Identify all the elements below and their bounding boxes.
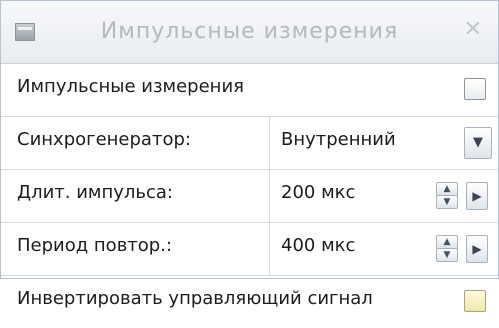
pulse-measurements-label: Импульсные измерения <box>17 76 244 97</box>
column-divider <box>269 223 270 275</box>
pulse-duration-label: Длит. импульса: <box>17 182 173 203</box>
pulse-duration-stepper[interactable]: ▲ ▼ <box>436 182 458 209</box>
row-sync-generator: Синхрогенератор: Внутренний ▼ <box>1 117 498 170</box>
window-title: Импульсные измерения <box>100 19 399 44</box>
spin-up-icon[interactable]: ▲ <box>436 182 458 196</box>
sync-generator-label: Синхрогенератор: <box>17 129 191 150</box>
invert-signal-checkbox[interactable] <box>464 290 486 312</box>
repeat-period-stepper[interactable]: ▲ ▼ <box>436 235 458 262</box>
column-divider <box>269 117 270 169</box>
row-invert-signal: Инвертировать управляющий сигнал <box>1 276 498 328</box>
spin-down-icon[interactable]: ▼ <box>436 248 458 262</box>
row-pulse-duration: Длит. импульса: 200 мкс ▲ ▼ ▶ <box>1 170 498 223</box>
row-repeat-period: Период повтор.: 400 мкс ▲ ▼ ▶ <box>1 223 498 276</box>
spin-up-icon[interactable]: ▲ <box>436 235 458 249</box>
step-right-icon[interactable]: ▶ <box>466 182 488 210</box>
invert-signal-label: Инвертировать управляющий сигнал <box>17 288 373 309</box>
chevron-down-icon[interactable]: ▼ <box>464 127 492 159</box>
repeat-period-input[interactable]: 400 мкс <box>281 235 355 256</box>
pulse-measurement-panel: Импульсные измерения ✕ Импульсные измере… <box>0 0 499 312</box>
repeat-period-label: Период повтор.: <box>17 235 173 256</box>
step-right-icon[interactable]: ▶ <box>466 235 488 263</box>
row-pulse-measurements: Импульсные измерения <box>1 64 498 117</box>
column-divider <box>269 170 270 222</box>
close-icon[interactable]: ✕ <box>462 19 484 41</box>
pulse-measurements-checkbox[interactable] <box>464 78 486 100</box>
pulse-duration-input[interactable]: 200 мкс <box>281 182 355 203</box>
sync-generator-value[interactable]: Внутренний <box>281 129 396 150</box>
spin-down-icon[interactable]: ▼ <box>436 195 458 209</box>
title-bar[interactable]: Импульсные измерения ✕ <box>1 1 498 64</box>
